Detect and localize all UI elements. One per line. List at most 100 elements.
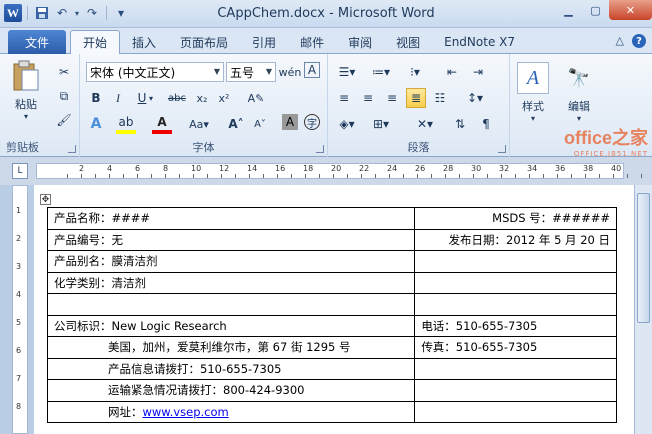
align-center-icon[interactable]: ≡: [358, 88, 378, 108]
distributed-icon[interactable]: ☷: [430, 88, 450, 108]
table-move-handle-icon[interactable]: ✥: [40, 194, 51, 205]
table-cell-right[interactable]: [414, 271, 617, 294]
table-cell-left[interactable]: 产品信息请拨打：510-655-7305: [46, 357, 416, 380]
tab-insert[interactable]: 插入: [120, 30, 168, 54]
table-cell-right[interactable]: [414, 293, 617, 316]
table-row: [46, 293, 617, 316]
table-cell-left[interactable]: 公司标识：New Logic Research: [46, 314, 416, 337]
change-case-icon[interactable]: Aa▾: [186, 114, 212, 134]
enclose-characters-icon[interactable]: 字: [304, 114, 320, 130]
font-dialog-launcher-icon[interactable]: [316, 145, 324, 153]
horizontal-ruler[interactable]: 2 4 6 8 10 12 14 16 18 20 22 24 26 28 30 32 34 36 38 40: [36, 163, 642, 179]
paste-button[interactable]: 粘贴 ▾: [4, 60, 48, 121]
tab-review[interactable]: 审阅: [336, 30, 384, 54]
text-effects-icon[interactable]: A: [86, 114, 106, 134]
table-cell-left[interactable]: 产品编号：无: [46, 228, 416, 251]
increase-indent-icon[interactable]: ⇥: [468, 62, 488, 82]
table-cell-left[interactable]: [46, 293, 416, 316]
show-marks-icon[interactable]: ¶: [476, 114, 496, 134]
copy-icon[interactable]: ⧉: [54, 86, 74, 106]
font-size-combo[interactable]: 五号 ▼: [226, 62, 276, 82]
ruler-tick-label: 16: [275, 164, 286, 173]
tab-file[interactable]: 文件: [8, 30, 66, 54]
editing-button[interactable]: 🔭 编辑 ▾: [561, 62, 597, 124]
close-icon[interactable]: ✕: [609, 0, 652, 20]
binoculars-icon: 🔭: [567, 67, 591, 89]
tab-references[interactable]: 引用: [240, 30, 288, 54]
italic-icon[interactable]: I: [108, 88, 128, 108]
table-cell-left[interactable]: 运输紧急情况请拨打：800-424-9300: [46, 379, 416, 402]
character-border-icon[interactable]: A: [304, 62, 320, 78]
sort-icon[interactable]: ⇅: [450, 114, 470, 134]
document-page[interactable]: ✥ 产品名称：#### MSDS 号：###### 产品编号：无 发布日期：2012 …: [34, 185, 634, 434]
paragraph-dialog-launcher-icon[interactable]: [498, 145, 506, 153]
multilevel-list-icon[interactable]: ⁝▾: [402, 62, 428, 82]
ribbon: 粘贴 ▾ ✂ ⧉ 🖌 剪贴板 宋体 (中文正文) ▼ 五号 ▼ wén A B I …: [0, 54, 652, 157]
line-spacing-icon[interactable]: ↕▾: [462, 88, 488, 108]
table-cell-right[interactable]: [414, 357, 617, 380]
align-right-icon[interactable]: ≡: [382, 88, 402, 108]
vertical-scrollbar[interactable]: [634, 185, 652, 434]
phonetic-guide-icon[interactable]: wén: [279, 62, 302, 82]
superscript-icon[interactable]: x²: [214, 88, 234, 108]
table-cell-right[interactable]: 传真：510-655-7305: [414, 336, 617, 359]
highlight-color-icon[interactable]: ab: [116, 114, 136, 134]
clipboard-dialog-launcher-icon[interactable]: [68, 145, 76, 153]
ruler-tick-label: 24: [387, 164, 398, 173]
scrollbar-thumb[interactable]: [637, 193, 650, 323]
borders-icon[interactable]: ⊞▾: [368, 114, 394, 134]
bold-icon[interactable]: B: [86, 88, 106, 108]
shading-icon[interactable]: ◈▾: [334, 114, 360, 134]
ruler-mark: [151, 174, 152, 178]
tab-page-layout[interactable]: 页面布局: [168, 30, 240, 54]
website-link[interactable]: www.vsep.com: [143, 405, 229, 419]
table-cell-right[interactable]: [414, 400, 617, 423]
table-cell-right[interactable]: [414, 250, 617, 273]
grow-font-icon[interactable]: A˄: [226, 114, 246, 134]
tab-view[interactable]: 视图: [384, 30, 432, 54]
font-color-icon[interactable]: A: [152, 114, 172, 134]
tab-mailings[interactable]: 邮件: [288, 30, 336, 54]
vertical-ruler[interactable]: 1 2 3 4 5 6 7 8: [12, 185, 28, 434]
justify-icon[interactable]: ≣: [406, 88, 426, 108]
table-cell-right[interactable]: MSDS 号：######: [414, 207, 617, 230]
table-cell-right[interactable]: 电话：510-655-7305: [414, 314, 617, 337]
editing-dropdown-icon: ▾: [576, 114, 581, 123]
shrink-font-icon[interactable]: A˅: [250, 114, 270, 134]
table-cell-left[interactable]: 美国，加州，爱莫利维尔市，第 67 街 1295 号: [46, 336, 416, 359]
format-painter-icon[interactable]: 🖌: [54, 110, 74, 130]
tab-endnote[interactable]: EndNote X7: [432, 30, 527, 54]
ruler-mark: [67, 174, 68, 178]
table-cell-left[interactable]: 网址：www.vsep.com: [46, 400, 416, 423]
align-left-icon[interactable]: ≡: [334, 88, 354, 108]
ruler-mark: [263, 174, 264, 178]
minimize-ribbon-icon[interactable]: △: [616, 34, 624, 48]
chinese-layout-icon[interactable]: ✕▾: [412, 114, 438, 134]
tab-home[interactable]: 开始: [70, 30, 121, 54]
strikethrough-icon[interactable]: abc: [164, 88, 190, 108]
underline-dropdown-icon[interactable]: ▾: [146, 88, 156, 108]
ruler-tick-label: 20: [331, 164, 342, 173]
numbering-icon[interactable]: ≔▾: [368, 62, 394, 82]
styles-button[interactable]: A 样式 ▾: [515, 62, 551, 123]
font-family-combo[interactable]: 宋体 (中文正文) ▼: [86, 62, 224, 82]
styles-label: 样式: [522, 100, 544, 113]
table-cell-right[interactable]: 发布日期：2012 年 5 月 20 日: [414, 228, 617, 251]
group-font: 宋体 (中文正文) ▼ 五号 ▼ wén A B I U ▾ abc x₂ x² A…: [80, 54, 328, 157]
subscript-icon[interactable]: x₂: [192, 88, 212, 108]
tab-selector-icon[interactable]: L: [12, 163, 28, 179]
minimize-icon[interactable]: ▁: [555, 0, 582, 20]
help-icon[interactable]: ?: [632, 34, 646, 48]
table-cell-right[interactable]: [414, 379, 617, 402]
clear-formatting-icon[interactable]: A✎: [246, 88, 266, 108]
character-shading-icon[interactable]: A: [282, 114, 298, 130]
decrease-indent-icon[interactable]: ⇤: [442, 62, 462, 82]
paste-dropdown-icon[interactable]: ▾: [4, 112, 48, 121]
table-cell-left[interactable]: 产品名称：####: [46, 207, 416, 230]
restore-icon[interactable]: ▢: [582, 0, 609, 20]
table-cell-left[interactable]: 化学类别：清洁剂: [46, 271, 416, 294]
bullets-icon[interactable]: ☰▾: [334, 62, 360, 82]
table-cell-left[interactable]: 产品别名：膜清洁剂: [46, 250, 416, 273]
cut-icon[interactable]: ✂: [54, 62, 74, 82]
ruler-mark: [291, 174, 292, 178]
